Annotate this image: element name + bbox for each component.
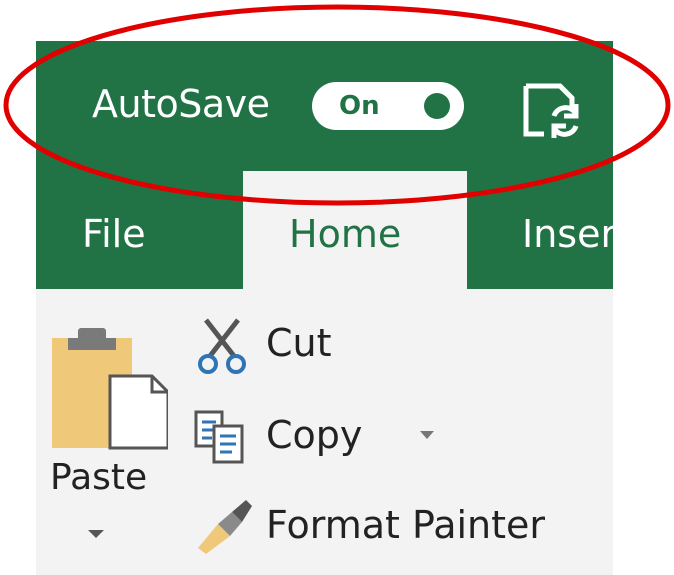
toggle-knob — [424, 93, 450, 119]
paste-button[interactable]: Paste — [44, 310, 172, 560]
chevron-down-icon[interactable] — [420, 430, 434, 440]
copy-icon — [194, 410, 244, 464]
chevron-down-icon[interactable] — [88, 528, 104, 540]
refresh-document-icon[interactable] — [520, 82, 584, 138]
tab-file[interactable]: File — [82, 210, 146, 258]
autosave-toggle[interactable]: On — [312, 82, 464, 130]
copy-label: Copy — [266, 413, 363, 457]
autosave-toggle-text: On — [339, 91, 380, 121]
scissors-icon — [198, 318, 246, 374]
copy-button[interactable]: Copy — [192, 404, 452, 468]
tab-insert[interactable]: Inser — [522, 210, 613, 258]
format-painter-label: Format Painter — [266, 503, 546, 547]
tab-home[interactable]: Home — [289, 210, 401, 258]
cut-button[interactable]: Cut — [192, 312, 362, 376]
paste-label: Paste — [50, 457, 148, 498]
paintbrush-icon — [198, 500, 252, 554]
autosave-label: AutoSave — [92, 82, 270, 126]
format-painter-button[interactable]: Format Painter — [192, 494, 582, 558]
cut-label: Cut — [266, 321, 332, 365]
clipboard-paste-icon — [52, 328, 168, 450]
